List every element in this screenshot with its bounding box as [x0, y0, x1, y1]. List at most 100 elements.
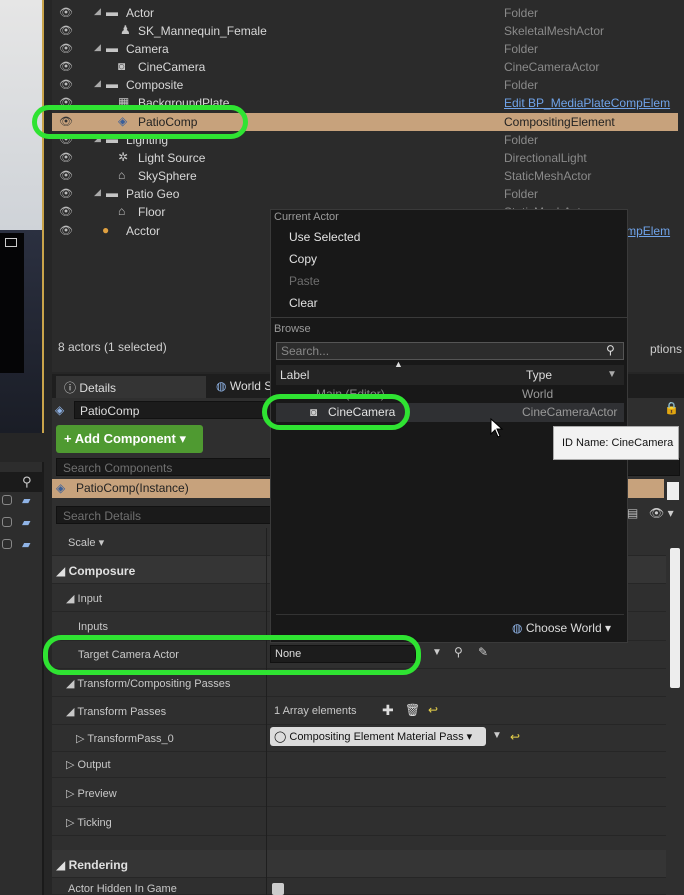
details-scrollbar[interactable] — [670, 548, 680, 688]
row-label: CineCamera — [138, 60, 206, 74]
tab-world-settings[interactable]: ◍ World S — [208, 376, 278, 398]
actor-search-input[interactable]: Search... — [276, 342, 624, 360]
actor-hidden-row: Actor Hidden In Game — [52, 878, 666, 895]
add-component-button[interactable]: + Add Component ▾ — [56, 425, 203, 453]
delete-icon[interactable]: 🗑 — [405, 703, 420, 717]
array-elements-label: 1 Array elements — [274, 705, 357, 717]
eyedropper-icon[interactable]: ✎ — [478, 645, 488, 659]
column-splitter[interactable] — [266, 528, 267, 895]
instance-label: PatioComp(Instance) — [76, 481, 189, 495]
actor-hidden-label: Actor Hidden In Game — [68, 883, 177, 895]
outliner-row-actor[interactable]: 👁 ◢ ▬ Actor Folder — [52, 4, 678, 22]
transform-passes-text: Transform Passes — [77, 706, 167, 718]
expand-arrow-icon[interactable]: ◢ — [94, 78, 101, 89]
row-type: Folder — [504, 78, 539, 92]
viewport-window-icon — [5, 238, 17, 247]
type-column-header[interactable]: Type — [526, 368, 552, 382]
eye-visibility-icon[interactable]: 👁 ▾ — [649, 506, 674, 520]
row-type: CompositingElement — [504, 115, 615, 129]
view-options-button[interactable]: ptions ▾ — [650, 342, 684, 356]
outliner-row-camera-folder[interactable]: 👁 ◢ ▬ Camera Folder — [52, 40, 678, 58]
expand-arrow-icon[interactable]: ◢ — [94, 6, 101, 17]
use-selected-menu-item[interactable]: Use Selected — [289, 230, 360, 244]
outliner-row-composite-folder[interactable]: 👁 ◢ ▬ Composite Folder — [52, 76, 678, 94]
outliner-row-cinecamera[interactable]: 👁 ◙ CineCamera CineCameraActor — [52, 58, 678, 76]
browse-search-icon[interactable]: ⚲ — [454, 645, 463, 659]
clear-menu-item[interactable]: Clear — [289, 296, 318, 310]
combo-arrow-icon[interactable]: ▼ — [492, 730, 502, 741]
transform-pass-0-label: ▷ TransformPass_0 — [76, 733, 174, 745]
eye-icon[interactable]: 👁 — [59, 60, 73, 73]
output-row[interactable]: ▷ Output — [52, 750, 666, 778]
tab-details-label: Details — [79, 381, 117, 395]
transform-header-label: ◢ Transform/Compositing Passes — [66, 678, 231, 690]
transform-passes-label: ◢ Transform Passes — [66, 706, 167, 718]
eye-icon[interactable]: 👁 — [59, 78, 73, 91]
paste-menu-item[interactable]: Paste — [289, 274, 320, 288]
outliner-row-lightsource[interactable]: 👁 ✲ Light Source DirectionalLight — [52, 149, 678, 167]
browse-header: Browse — [274, 323, 311, 335]
row-label: Light Source — [138, 151, 206, 165]
eye-icon[interactable]: 👁 — [59, 187, 73, 200]
actor-list-header: Label ▲ Type ▼ — [276, 359, 624, 385]
eye-icon[interactable]: 👁 — [59, 205, 73, 218]
component-search-box[interactable]: ⚲ — [0, 472, 44, 492]
grid-view-icon[interactable]: ▤ — [627, 506, 638, 520]
selected-actor-name-field[interactable]: PatioComp — [74, 401, 274, 419]
scrollbar-thumb-top[interactable] — [667, 482, 679, 500]
choose-world-button[interactable]: ◍ Choose World ▾ — [512, 621, 611, 635]
outliner-row-patiogeo-folder[interactable]: 👁 ◢ ▬ Patio Geo Folder — [52, 185, 678, 203]
static-mesh-icon: ⌂ — [118, 204, 126, 218]
eye-icon[interactable]: 👁 — [59, 42, 73, 55]
row-label: Floor — [138, 205, 166, 219]
add-element-icon[interactable]: ✚ — [382, 702, 394, 719]
divider — [271, 317, 627, 318]
outliner-row-mannequin[interactable]: 👁 ♟ SK_Mannequin_Female SkeletalMeshActo… — [52, 22, 678, 40]
output-text: Output — [77, 759, 111, 771]
reset-arrow-icon[interactable]: ↩ — [510, 730, 520, 744]
actor-hidden-checkbox[interactable] — [272, 883, 284, 895]
compositing-element-icon: ◈ — [56, 481, 66, 495]
combo-arrow-icon[interactable]: ▼ — [432, 647, 442, 658]
component-icon: ▰ — [22, 517, 31, 529]
row-type: DirectionalLight — [504, 151, 587, 165]
transform-passes-row[interactable]: ◢ Transform Passes 1 Array elements ✚ 🗑 … — [52, 697, 666, 725]
eye-icon[interactable]: 👁 — [59, 151, 73, 164]
folder-icon: ▬ — [106, 41, 118, 55]
left-row[interactable]: ▰ — [0, 534, 44, 556]
tab-details[interactable]: ⓘ Details — [56, 376, 206, 398]
edit-blueprint-link[interactable]: Edit BP_MediaPlateCompElem — [504, 96, 670, 110]
checkbox-icon — [2, 539, 12, 549]
row-type: StaticMeshActor — [504, 169, 592, 183]
eye-icon[interactable]: 👁 — [59, 169, 73, 182]
eye-icon[interactable]: 👁 — [59, 224, 73, 237]
copy-menu-item[interactable]: Copy — [289, 252, 317, 266]
expand-arrow-icon[interactable]: ◢ — [94, 42, 101, 53]
outliner-row-skysphere[interactable]: 👁 ⌂ SkySphere StaticMeshActor — [52, 167, 678, 185]
eye-icon[interactable]: 👁 — [59, 24, 73, 37]
sort-ascending-icon[interactable]: ▲ — [394, 359, 403, 369]
eye-icon[interactable]: 👁 — [59, 6, 73, 19]
preview-row[interactable]: ▷ Preview — [52, 779, 666, 807]
transform-pass-0-row[interactable]: ▷ TransformPass_0 ◯ Compositing Element … — [52, 724, 666, 752]
reset-arrow-icon[interactable]: ↩ — [428, 703, 438, 717]
scale-dropdown[interactable]: Scale ▾ — [68, 536, 104, 549]
material-pass-dropdown[interactable]: ◯ Compositing Element Material Pass ▾ — [270, 727, 486, 746]
expand-arrow-icon[interactable]: ◢ — [94, 187, 101, 198]
mouse-cursor-icon — [490, 418, 504, 438]
lock-icon[interactable]: 🔒 — [664, 401, 679, 415]
row-label: Acctor — [126, 224, 161, 238]
row-label: SkySphere — [138, 169, 197, 183]
row-label: Patio Geo — [126, 187, 180, 201]
search-icon: ⚲ — [606, 343, 615, 357]
left-row[interactable]: ▰ — [0, 512, 44, 534]
ticking-row[interactable]: ▷ Ticking — [52, 808, 666, 836]
tab-world-label: World S — [229, 379, 273, 393]
column-options-icon[interactable]: ▼ — [607, 369, 617, 380]
label-column-header[interactable]: Label — [280, 368, 309, 382]
inputs-label: Inputs — [78, 621, 108, 633]
viewport-panel[interactable] — [0, 0, 44, 433]
left-row[interactable]: ▰ — [0, 490, 44, 512]
category-rendering[interactable]: ◢ Rendering — [52, 850, 666, 878]
material-pass-text: Compositing Element Material Pass — [289, 731, 464, 743]
